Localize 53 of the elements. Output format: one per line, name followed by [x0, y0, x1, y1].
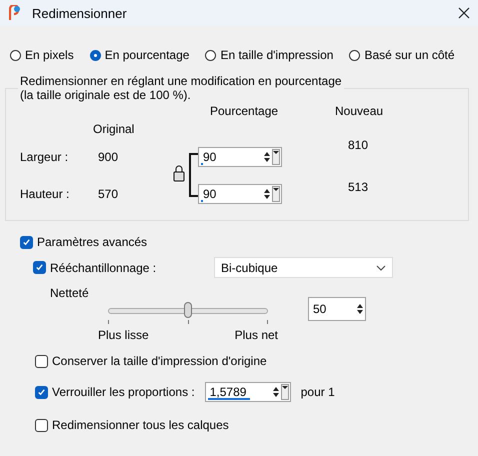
checkbox-label: Conserver la taille d'impression d'origine [52, 354, 267, 368]
dropdown-icon[interactable] [280, 384, 289, 400]
spin-field[interactable]: 50 [308, 297, 366, 321]
new-value: 810 [347, 138, 370, 152]
checkbox-label: Verrouiller les proportions : [52, 385, 195, 399]
mode-radio[interactable]: En pixels [10, 48, 74, 62]
spin-field[interactable]: 90 [198, 146, 282, 166]
column-header: Original [93, 122, 136, 136]
spin-field[interactable]: 1,5789 [204, 382, 291, 402]
spin-arrows-icon[interactable] [272, 385, 280, 399]
row-label: Largeur : [20, 150, 70, 164]
mode-radio[interactable]: En taille d'impression [205, 48, 334, 62]
checkbox[interactable] [35, 354, 48, 368]
checkbox-label: Redimensionner tous les calques [52, 418, 229, 432]
window-title: Redimensionner [32, 6, 128, 20]
min-label: Plus lisse [98, 328, 149, 342]
field-value: 1,5789 [208, 385, 248, 399]
close-icon[interactable] [458, 7, 470, 19]
dropdown-icon[interactable] [272, 186, 280, 202]
slider-thumb[interactable] [184, 302, 192, 318]
sharpness-label: Netteté [49, 286, 90, 300]
row-label: Hauteur : [20, 186, 70, 200]
checkmark-icon [35, 263, 44, 272]
column-header: Nouveau [334, 104, 384, 118]
checkbox-label: Paramètres avancés [37, 235, 148, 249]
checkbox-label: Rééchantillonnage : [50, 260, 156, 274]
mode-radio[interactable]: En pourcentage [90, 48, 190, 62]
original-value: 900 [98, 150, 120, 164]
spin-arrows-icon[interactable] [356, 302, 364, 316]
spin-field[interactable]: 90 [198, 184, 282, 204]
dropdown-icon[interactable] [272, 148, 280, 164]
original-value: 570 [98, 186, 120, 200]
spin-arrows-icon[interactable] [263, 186, 271, 200]
checkbox[interactable] [35, 418, 48, 432]
checkbox[interactable] [20, 236, 33, 248]
app-logo-icon [9, 5, 22, 21]
dropdown-value: Bi-cubique [221, 260, 278, 274]
checkbox[interactable] [33, 261, 46, 274]
chevron-down-icon[interactable] [376, 264, 386, 270]
resample-dropdown[interactable]: Bi-cubique [214, 257, 393, 278]
group-legend: Redimensionner en réglant une modification en pourcentage (la taille originale est de 100 %). [18, 74, 344, 102]
ratio-suffix: pour 1 [300, 385, 335, 399]
new-value: 513 [347, 180, 370, 194]
field-value: 90 [202, 150, 218, 164]
checkmark-icon [37, 388, 46, 396]
field-value: 90 [202, 186, 218, 200]
checkbox[interactable] [35, 386, 48, 398]
checkmark-icon [22, 238, 31, 246]
field-value: 50 [312, 302, 328, 316]
mode-radio[interactable]: Basé sur un côté [349, 48, 455, 62]
spin-arrows-icon[interactable] [263, 150, 271, 164]
max-label: Plus net [234, 328, 278, 342]
column-header: Pourcentage [209, 104, 280, 118]
